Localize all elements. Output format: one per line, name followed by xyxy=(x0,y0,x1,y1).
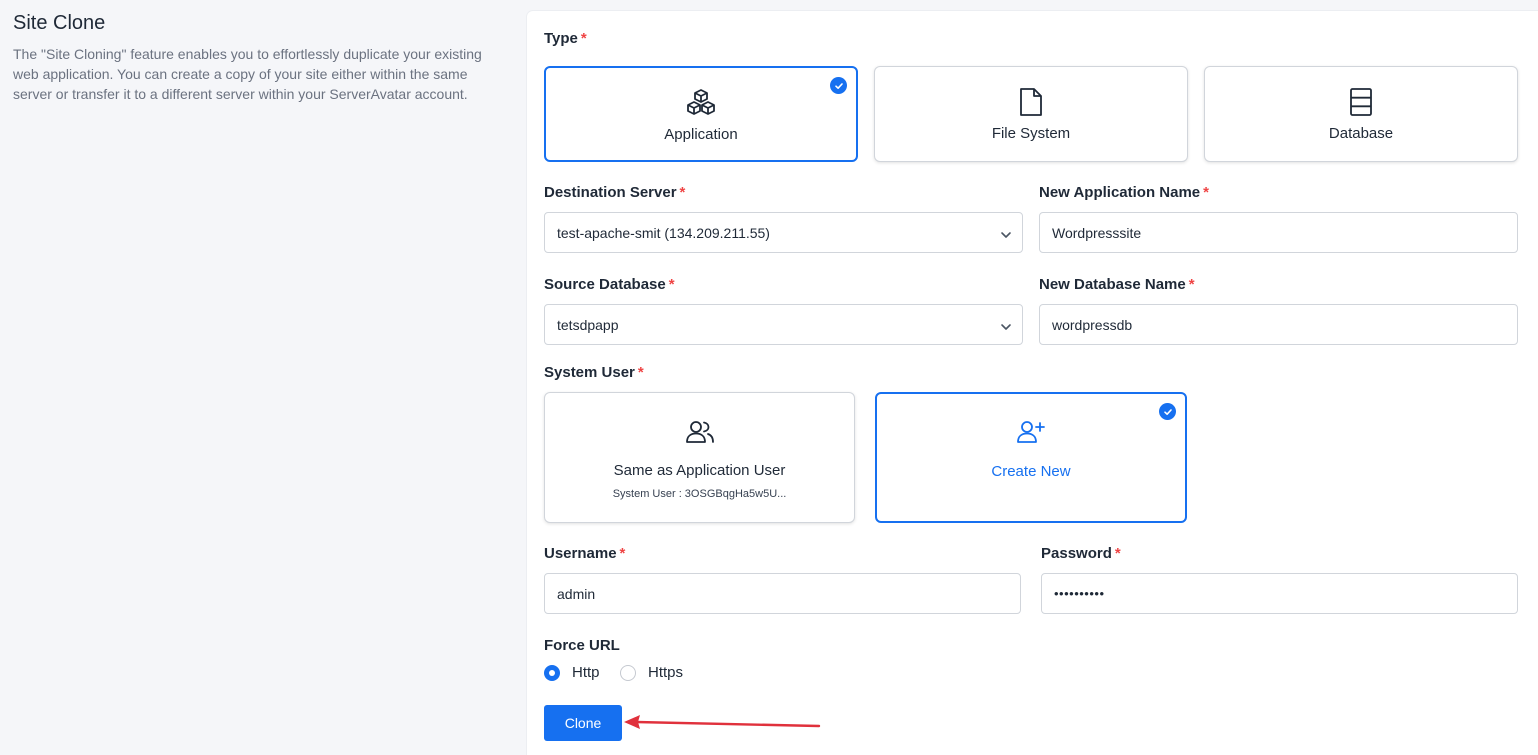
page-title: Site Clone xyxy=(13,12,106,34)
destination-server-value: test-apache-smit (134.209.211.55) xyxy=(557,224,770,241)
username-label: Username * xyxy=(544,545,625,562)
type-label: Type * xyxy=(544,30,587,47)
page-description: The "Site Cloning" feature enables you t… xyxy=(13,46,482,102)
annotation-arrow xyxy=(624,715,821,729)
required-mark: * xyxy=(1203,184,1209,201)
destination-server-select[interactable]: test-apache-smit (134.209.211.55) xyxy=(544,212,1023,253)
radio-https[interactable] xyxy=(620,664,636,681)
required-mark: * xyxy=(679,184,686,201)
force-url-option-http[interactable]: Http xyxy=(544,664,600,681)
source-database-value: tetsdpapp xyxy=(557,316,619,333)
system-user-label-text: System User xyxy=(544,364,635,381)
username-field[interactable] xyxy=(544,573,1021,614)
file-icon xyxy=(875,87,1187,117)
arrow-shaft xyxy=(634,720,821,728)
required-mark: * xyxy=(619,545,626,562)
required-mark: * xyxy=(637,364,644,381)
username-input[interactable] xyxy=(557,585,1008,602)
username-label-text: Username xyxy=(544,545,617,562)
user-plus-icon xyxy=(877,420,1185,444)
destination-server-label-text: Destination Server xyxy=(544,184,677,201)
type-label-text: Type xyxy=(544,30,578,47)
required-mark: * xyxy=(1114,545,1121,562)
users-icon xyxy=(545,420,854,444)
system-user-current: System User : 3OSGBqgHa5w5U... xyxy=(612,488,787,500)
new-database-name-label-text: New Database Name xyxy=(1039,276,1186,293)
new-application-name-label: New Application Name * xyxy=(1039,184,1209,201)
system-user-option-same[interactable]: Same as Application User System User : 3… xyxy=(544,392,855,523)
force-url-label: Force URL xyxy=(544,637,620,654)
password-field[interactable]: •••••••••• xyxy=(1041,573,1518,614)
new-application-name-label-text: New Application Name xyxy=(1039,184,1201,201)
type-option-database[interactable]: Database xyxy=(1204,66,1518,162)
clone-button[interactable]: Clone xyxy=(544,705,622,741)
new-application-name-field[interactable] xyxy=(1039,212,1518,253)
check-icon xyxy=(1159,403,1176,420)
force-url-option-https[interactable]: Https xyxy=(620,664,683,681)
password-label: Password * xyxy=(1041,545,1121,562)
source-database-select[interactable]: tetsdpapp xyxy=(544,304,1023,345)
type-option-label: Database xyxy=(1328,125,1394,142)
required-mark: * xyxy=(668,276,675,293)
source-database-label: Source Database * xyxy=(544,276,675,293)
chevron-down-icon xyxy=(1000,228,1012,244)
system-user-option-create[interactable]: Create New xyxy=(875,392,1187,523)
cubes-icon xyxy=(546,88,856,116)
system-user-label: System User * xyxy=(544,364,644,381)
required-mark: * xyxy=(1188,276,1195,293)
system-user-option-label: Create New xyxy=(991,463,1071,480)
type-option-file-system[interactable]: File System xyxy=(874,66,1188,162)
new-database-name-label: New Database Name * xyxy=(1039,276,1195,293)
radio-http[interactable] xyxy=(544,664,560,681)
type-option-application[interactable]: Application xyxy=(544,66,858,162)
type-option-label: Application xyxy=(664,126,738,143)
source-database-label-text: Source Database xyxy=(544,276,666,293)
password-value[interactable]: •••••••••• xyxy=(1054,586,1105,601)
arrow-head xyxy=(624,715,640,729)
database-icon xyxy=(1205,87,1517,117)
chevron-down-icon xyxy=(1000,320,1012,336)
new-database-name-field[interactable] xyxy=(1039,304,1518,345)
new-database-name-input[interactable] xyxy=(1052,316,1505,333)
intro-section: Site Clone The "Site Cloning" feature en… xyxy=(13,12,503,104)
system-user-option-label: Same as Application User xyxy=(613,462,786,479)
required-mark: * xyxy=(580,30,587,47)
radio-https-label: Https xyxy=(648,664,684,681)
type-option-label: File System xyxy=(991,125,1071,142)
new-application-name-input[interactable] xyxy=(1052,224,1505,241)
password-label-text: Password xyxy=(1041,545,1112,562)
destination-server-label: Destination Server * xyxy=(544,184,685,201)
radio-http-label: Http xyxy=(572,664,600,681)
